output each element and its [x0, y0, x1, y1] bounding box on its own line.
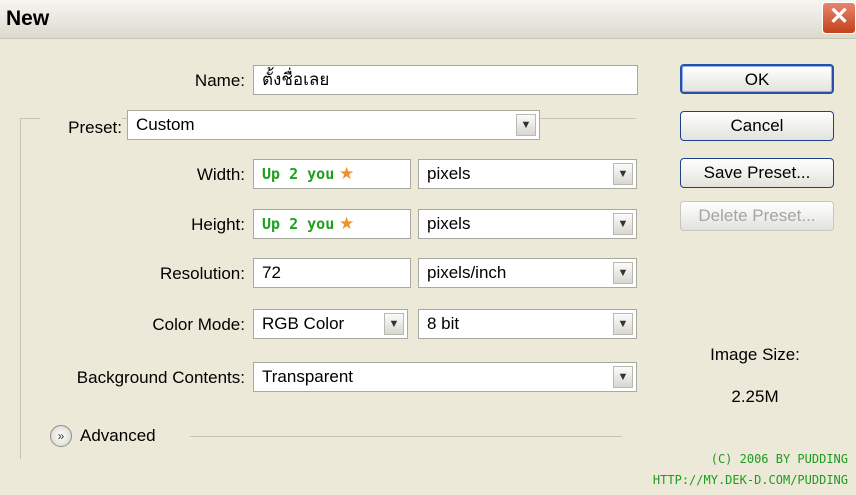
height-unit-value: pixels — [427, 214, 471, 233]
bit-depth-select[interactable]: 8 bit ▼ — [418, 309, 637, 339]
preset-label: Preset: — [40, 118, 122, 138]
height-label: Height: — [191, 215, 245, 234]
delete-preset-button: Delete Preset... — [680, 201, 834, 231]
group-top-line — [548, 118, 636, 119]
color-mode-label: Color Mode: — [152, 315, 245, 334]
height-value: Up 2 you — [262, 215, 335, 233]
resolution-label: Resolution: — [159, 264, 245, 283]
resolution-unit-value: pixels/inch — [427, 263, 507, 282]
new-document-dialog: New ✕ Name: ตั้งชื่อเลย Preset: Custom ▼… — [0, 0, 856, 495]
preset-value: Custom — [136, 115, 195, 134]
background-contents-label: Background Contents: — [76, 368, 245, 387]
dialog-title: New — [6, 7, 50, 30]
width-label: Width: — [196, 165, 245, 184]
star-icon: ★ — [338, 214, 355, 233]
width-value: Up 2 you — [262, 165, 335, 183]
chevron-down-icon[interactable]: ▼ — [384, 313, 404, 335]
cancel-button[interactable]: Cancel — [680, 111, 834, 141]
credit-line-1: (C) 2006 BY PUDDING — [710, 452, 848, 466]
bit-depth-value: 8 bit — [427, 314, 460, 333]
background-contents-select[interactable]: Transparent ▼ — [253, 362, 637, 392]
image-size-value: 2.25M — [731, 387, 779, 406]
ok-button[interactable]: OK — [680, 64, 834, 94]
credit-line-2: HTTP://MY.DEK-D.COM/PUDDING — [652, 473, 848, 487]
chevron-down-icon[interactable]: ▼ — [613, 313, 633, 335]
close-icon[interactable]: ✕ — [822, 2, 856, 34]
preset-select[interactable]: Custom ▼ — [127, 110, 540, 140]
chevron-down-icon[interactable]: ▼ — [516, 114, 536, 136]
double-chevron-down-icon[interactable]: » — [50, 425, 72, 447]
chevron-down-icon[interactable]: ▼ — [613, 366, 633, 388]
chevron-down-icon[interactable]: ▼ — [613, 262, 633, 284]
height-input[interactable]: Up 2 you ★ — [253, 209, 411, 239]
image-size-label: Image Size: — [710, 345, 800, 364]
star-icon: ★ — [338, 164, 355, 183]
width-unit-select[interactable]: pixels ▼ — [418, 159, 637, 189]
width-unit-value: pixels — [427, 164, 471, 183]
width-input[interactable]: Up 2 you ★ — [253, 159, 411, 189]
advanced-divider — [190, 436, 622, 437]
advanced-toggle[interactable]: Advanced — [80, 426, 156, 446]
chevron-down-icon[interactable]: ▼ — [613, 213, 633, 235]
name-label: Name: — [194, 71, 245, 90]
height-unit-select[interactable]: pixels ▼ — [418, 209, 637, 239]
save-preset-button[interactable]: Save Preset... — [680, 158, 834, 188]
color-mode-select[interactable]: RGB Color ▼ — [253, 309, 408, 339]
resolution-unit-select[interactable]: pixels/inch ▼ — [418, 258, 637, 288]
color-mode-value: RGB Color — [262, 314, 345, 333]
background-contents-value: Transparent — [262, 367, 354, 386]
resolution-input[interactable]: 72 — [253, 258, 411, 288]
title-bar: New ✕ — [0, 0, 856, 39]
name-input[interactable]: ตั้งชื่อเลย — [253, 65, 638, 95]
chevron-down-icon[interactable]: ▼ — [613, 163, 633, 185]
